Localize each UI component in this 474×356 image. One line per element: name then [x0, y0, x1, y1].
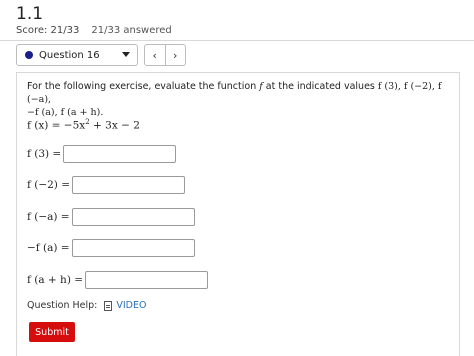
prompt-values-2: −f (a), f (a + h).	[27, 107, 104, 118]
submit-button[interactable]: Submit	[29, 322, 75, 342]
answer-label: f (3) =	[27, 148, 62, 160]
answer-row-neg-f-a: −f (a) =	[27, 239, 195, 257]
question-help: Question Help: VIDEO	[27, 300, 146, 311]
function-lhs: f (x) = −5x	[27, 119, 86, 132]
answer-label: f (−a) =	[27, 211, 70, 223]
prompt-text: For the following exercise, evaluate the…	[27, 81, 260, 92]
answer-row-f-neg2: f (−2) =	[27, 176, 186, 194]
answer-input-f-a-plus-h[interactable]	[85, 271, 209, 289]
answer-input-f-neg2[interactable]	[72, 176, 186, 194]
answer-label: −f (a) =	[27, 242, 70, 254]
question-nav-buttons: ‹ ›	[144, 44, 186, 66]
answer-input-f3[interactable]	[63, 145, 177, 163]
function-rhs: + 3x − 2	[89, 119, 140, 132]
answer-row-f-neg-a: f (−a) =	[27, 208, 195, 226]
document-icon	[104, 300, 113, 311]
answer-input-f-neg-a[interactable]	[71, 208, 195, 226]
prev-question-button[interactable]: ‹	[145, 45, 165, 65]
score-text: Score: 21/33	[16, 25, 80, 36]
answer-row-f-a-plus-h: f (a + h) =	[27, 271, 209, 289]
score-line: Score: 21/33 21/33 answered	[16, 25, 172, 36]
chevron-down-icon	[122, 52, 130, 57]
question-select[interactable]: Question 16	[16, 44, 138, 66]
function-definition: f (x) = −5x2 + 3x − 2	[27, 118, 140, 132]
question-status-dot	[25, 51, 33, 59]
answer-row-f3: f (3) =	[27, 145, 177, 163]
assignment-title: 1.1	[16, 4, 44, 24]
answer-input-neg-f-a[interactable]	[71, 239, 195, 257]
question-prompt: For the following exercise, evaluate the…	[27, 80, 447, 119]
question-help-label: Question Help:	[27, 300, 98, 311]
video-help-link[interactable]: VIDEO	[116, 300, 146, 311]
answer-label: f (−2) =	[27, 179, 71, 191]
next-question-button[interactable]: ›	[164, 45, 186, 65]
answer-label: f (a + h) =	[27, 274, 84, 286]
question-select-label: Question 16	[39, 49, 100, 61]
answered-text: 21/33 answered	[91, 25, 172, 36]
header-divider	[0, 40, 474, 41]
prompt-text-2: at the indicated values	[262, 81, 378, 92]
